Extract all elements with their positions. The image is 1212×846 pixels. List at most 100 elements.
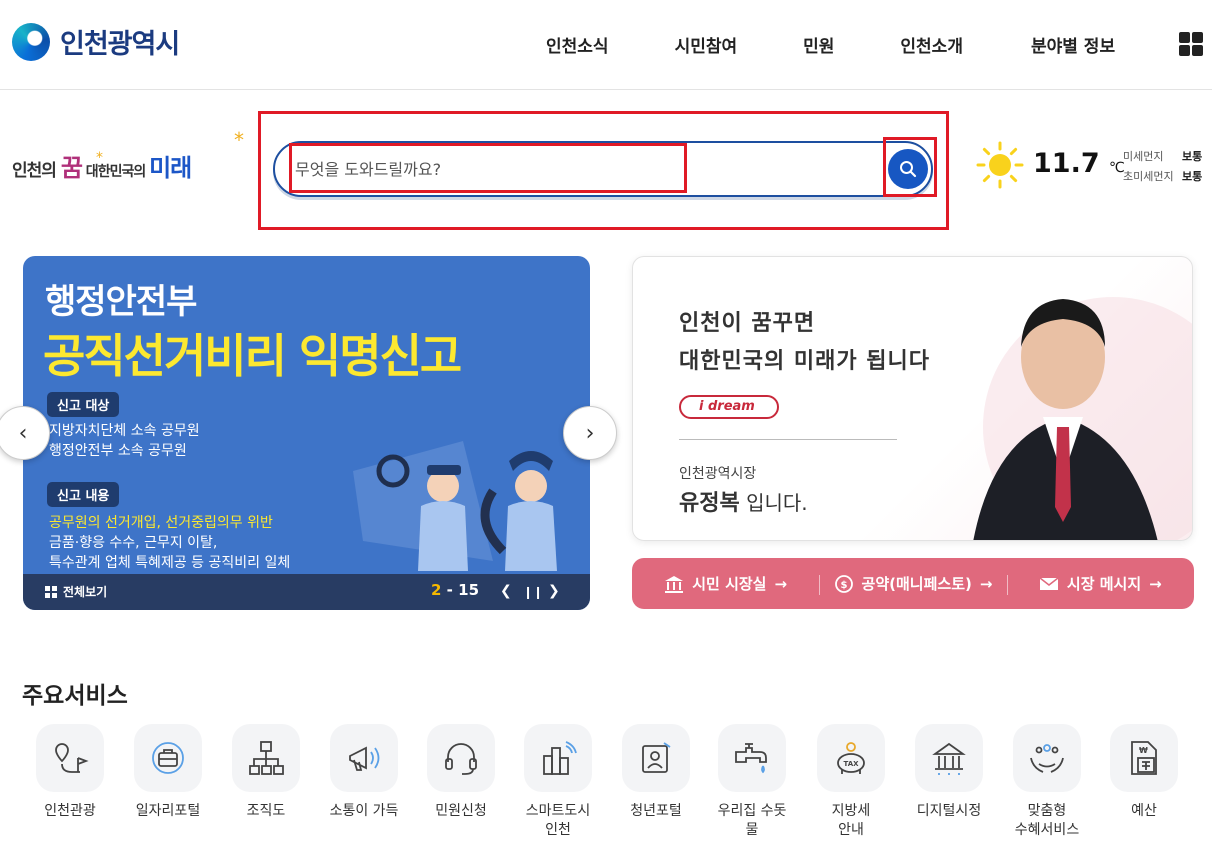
banner-next-icon[interactable]: ❯: [548, 583, 560, 599]
service-custom-benefits[interactable]: 맞춤형 수혜서비스: [1007, 724, 1087, 840]
hands-people-icon: [1030, 744, 1064, 773]
slogan-part2: 대한민국의: [81, 164, 150, 180]
mayor-divider: [679, 439, 897, 440]
service-youth-portal[interactable]: 청년포털: [616, 724, 696, 821]
mayor-slogan-line2: 대한민국의 미래가 됩니다: [679, 349, 930, 374]
banner-control-bar: 전체보기 2 - 15 ❮ ❙❙ ❯: [23, 574, 590, 610]
service-digital-admin[interactable]: 디지털시정: [909, 724, 989, 821]
view-all-label: 전체보기: [63, 585, 108, 599]
svg-text:$: $: [840, 580, 847, 591]
star-icon: *: [234, 128, 244, 152]
citizen-mayor-office-label: 시민 시장실: [692, 575, 767, 593]
service-label: 소통이 가득: [329, 803, 399, 819]
manifesto-label: 공약(매니페스토): [861, 575, 972, 593]
banner-next-button[interactable]: ›: [563, 406, 617, 460]
mayor-name-suffix: 입니다.: [739, 491, 808, 515]
banner-target-line: 지방자치단체 소속 공무원: [49, 423, 200, 439]
mail-icon: [1039, 576, 1059, 590]
service-label: 인천관광: [44, 803, 96, 819]
service-label: 스마트도시 인천: [525, 803, 591, 838]
banner-prev-icon[interactable]: ❮: [500, 583, 512, 599]
service-budget[interactable]: ₩ 예산: [1104, 724, 1184, 821]
nav-citizen-participation[interactable]: 시민참여: [675, 32, 738, 57]
briefcase-icon: [152, 742, 184, 774]
service-tap-water[interactable]: 우리집 수돗물: [712, 724, 792, 840]
svg-text:₩: ₩: [1139, 746, 1148, 755]
site-header: 인천광역시 인천소식 시민참여 민원 인천소개 분야별 정보: [0, 0, 1212, 90]
arrow-right-icon: →: [1149, 574, 1162, 593]
banner-pager: 2 - 15: [431, 581, 479, 599]
search-input[interactable]: [295, 151, 675, 187]
banner-pause-icon[interactable]: ❙❙: [523, 585, 543, 599]
ultrafine-dust-value: 보통: [1182, 170, 1203, 183]
temperature-value: 11.7: [1033, 148, 1100, 179]
banner-content-line: 금품·향응 수수, 근무지 이탈,: [49, 535, 218, 551]
coin-icon: $: [834, 574, 853, 593]
site-logo[interactable]: 인천광역시: [12, 22, 180, 61]
mayor-portrait: [973, 297, 1192, 540]
logo-text: 인천광역시: [60, 29, 180, 60]
incheon-logo-icon: [12, 22, 50, 61]
service-label: 우리집 수돗물: [717, 803, 787, 838]
main-nav: 인천소식 시민참여 민원 인천소개 분야별 정보: [520, 32, 1115, 57]
slogan-dream: 꿈: [60, 154, 83, 182]
banner-tag-target: 신고 대상: [47, 392, 120, 417]
service-local-tax[interactable]: TAX 지방세 안내: [811, 724, 891, 840]
chevron-right-icon: ›: [585, 420, 595, 446]
mayor-name: 유정복 입니다.: [679, 485, 808, 517]
megaphone-icon: [349, 746, 380, 771]
service-communication[interactable]: 소통이 가득: [324, 724, 404, 821]
smart-city-icon: [543, 741, 577, 775]
nav-field-info[interactable]: 분야별 정보: [1031, 32, 1115, 57]
idream-badge: i dream: [679, 395, 779, 419]
mayor-card[interactable]: 인천이 꿈꾸면 대한민국의 미래가 됩니다 i dream 인천광역시장 유정복…: [632, 256, 1193, 541]
fine-dust-value: 보통: [1182, 150, 1203, 163]
service-job-portal[interactable]: 일자리포털: [128, 724, 208, 821]
citizen-mayor-office-link[interactable]: 시민 시장실 →: [632, 573, 819, 594]
grid-icon: [45, 585, 57, 598]
slogan-future: 미래: [149, 154, 192, 182]
mayor-message-link[interactable]: 시장 메시지 →: [1006, 573, 1194, 595]
service-civil-application[interactable]: 민원신청: [421, 724, 501, 821]
officers-illustration: [353, 441, 557, 571]
banner-title: 공직선거비리 익명신고: [43, 329, 462, 383]
all-menu-grid-icon[interactable]: [1179, 32, 1203, 56]
banner-content-line: 공무원의 선거개입, 선거중립의무 위반: [49, 515, 273, 531]
faucet-icon: [735, 743, 767, 774]
temperature: 11.7 ℃: [1033, 148, 1125, 179]
services-title: 주요서비스: [22, 683, 128, 709]
manifesto-link[interactable]: $ 공약(매니페스토) →: [819, 573, 1006, 595]
service-label: 조직도: [246, 803, 286, 819]
sun-icon: [976, 141, 1024, 189]
star-icon: *: [96, 150, 103, 166]
main-banner[interactable]: 행정안전부 공직선거비리 익명신고 신고 대상 지방자치단체 소속 공무원 행정…: [23, 256, 590, 610]
chevron-left-icon: ‹: [18, 420, 28, 446]
service-smart-city[interactable]: 스마트도시 인천: [518, 724, 598, 840]
search-icon: [900, 161, 917, 178]
nav-incheon-intro[interactable]: 인천소개: [900, 32, 963, 57]
service-tourism[interactable]: 인천관광: [30, 724, 110, 821]
service-label: 지방세 안내: [831, 803, 871, 838]
fine-dust-label: 미세먼지: [1123, 150, 1164, 163]
view-all-button[interactable]: 전체보기: [45, 583, 107, 600]
service-label: 민원신청: [435, 803, 487, 819]
org-chart-icon: [249, 741, 284, 775]
search-button[interactable]: [888, 149, 928, 189]
slogan-part1: 인천의: [12, 161, 61, 181]
ultrafine-dust: 초미세먼지 보통: [1123, 168, 1202, 184]
nav-incheon-news[interactable]: 인천소식: [546, 32, 609, 57]
service-label: 청년포털: [630, 803, 682, 819]
building-icon: [665, 575, 684, 593]
digital-hall-icon: [932, 742, 966, 775]
map-pin-icon: [55, 743, 89, 773]
banner-content-line: 특수관계 업체 특혜제공 등 공직비리 일체: [49, 555, 291, 571]
ultrafine-dust-label: 초미세먼지: [1123, 170, 1174, 183]
nav-civil-petition[interactable]: 민원: [803, 32, 834, 57]
pager-current: 2: [431, 581, 442, 599]
calculator-icon: ₩: [1131, 741, 1157, 775]
service-label: 맞춤형 수혜서비스: [1014, 803, 1080, 838]
arrow-right-icon: →: [979, 574, 993, 593]
service-org-chart[interactable]: 조직도: [226, 724, 306, 821]
banner-target-line: 행정안전부 소속 공무원: [49, 443, 187, 459]
mayor-message-label: 시장 메시지: [1066, 575, 1142, 593]
